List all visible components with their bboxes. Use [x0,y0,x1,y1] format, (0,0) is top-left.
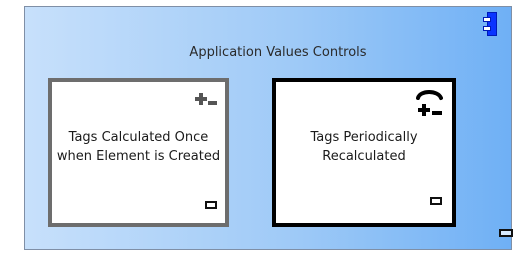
plus-minus-icon [195,93,217,105]
refresh-plus-minus-icon [416,90,443,116]
element-port[interactable] [430,197,442,205]
tags-calculated-once-element[interactable]: Tags Calculated Once when Element is Cre… [48,78,229,227]
tags-periodically-recalculated-element[interactable]: Tags Periodically Recalculated [272,78,456,227]
component-icon [483,12,497,36]
element-port[interactable] [205,201,217,209]
element-label: Tags Periodically Recalculated [310,130,418,164]
element-label: Tags Calculated Once when Element is Cre… [56,130,221,164]
component-title: Application Values Controls [189,45,367,60]
component-port[interactable] [499,229,513,237]
